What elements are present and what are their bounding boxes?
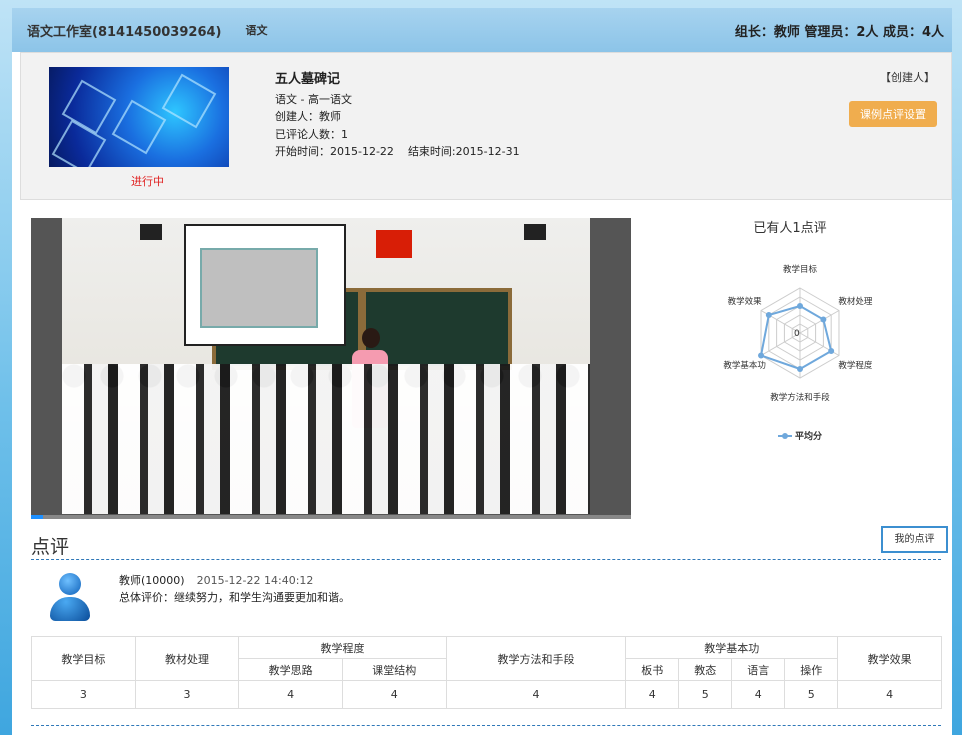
member-summary: 组长：教师 管理员：2人 成员：4人 [734,24,944,40]
lesson-meta: 五人墓碑记 语文 - 高一语文 创建人：教师 已评论人数：1 开始时间：2015… [275,71,520,161]
lesson-review-count: 已评论人数：1 [275,127,348,141]
score-cell: 4 [238,680,343,709]
review-item: 教师(10000) 2015-12-22 14:40:12 总体评价：继续努力，和… [119,572,350,606]
score-header: 教学方法和手段 [445,636,627,681]
lesson-end-time: 结束时间:2015-12-31 [407,145,520,158]
score-cell: 4 [731,680,786,709]
lesson-name: 五人墓碑记 [275,72,341,87]
score-subheader: 课堂结构 [341,658,447,681]
radar-axis-label: 教学程度 [838,360,873,371]
lesson-info-panel: 进行中 五人墓碑记 语文 - 高一语文 创建人：教师 已评论人数：1 开始时间：… [20,52,952,200]
my-review-button[interactable]: 我的点评 [881,526,948,553]
creator-tag: 【创建人】 [880,71,935,84]
review-time: 2015-12-22 14:40:12 [196,574,314,587]
score-cell: 4 [445,680,627,709]
score-subheader: 操作 [784,658,839,681]
video-player[interactable] [31,218,631,519]
studio-title: 语文工作室(8141450039264) [27,24,222,40]
review-section-title: 点评 [31,536,70,558]
legend-marker [782,433,788,439]
radar-point [765,312,772,318]
reviewer-avatar [50,573,90,623]
radar-point [797,303,803,309]
radar-axis-label: 教材处理 [838,296,873,307]
radar-axis-label: 教学基本功 [723,360,766,371]
radar-svg: 教学目标教材处理教学程度教学方法和手段 教学基本功 教学效果 0 平均分 [723,264,873,442]
radar-point [797,366,803,372]
radar-point [828,348,835,354]
section-divider [31,725,941,726]
score-header: 教学程度 [238,636,447,659]
radar-legend-label: 平均分 [795,430,822,442]
score-cell: 4 [625,680,680,709]
studio-subject: 语文 [245,24,268,37]
radar-point [758,352,765,359]
score-subheader: 板书 [625,658,680,681]
radar-center-label: 0 [794,329,800,339]
lesson-dates: 开始时间：2015-12-22 结束时间:2015-12-31 [275,143,520,161]
section-divider [31,559,941,560]
radar-axis-label: 教学目标 [783,264,818,275]
score-cell: 5 [784,680,839,709]
radar-axis-label: 教学效果 [728,296,763,307]
review-author[interactable]: 教师(10000) [119,574,185,587]
score-subheader: 教学思路 [238,658,343,681]
score-table: 教学目标 教材处理 教学程度 教学方法和手段 教学基本功 教学效果 教学思路 课… [31,636,942,709]
radar-axis [799,310,840,334]
video-frame [62,218,590,514]
score-header: 教学目标 [31,636,136,681]
studio-header: 语文工作室(8141450039264) 语文 组长：教师 管理员：2人 成员：… [12,8,952,52]
score-header: 教学效果 [837,636,942,681]
review-text: 总体评价：继续努力，和学生沟通要更加和谐。 [119,591,350,604]
table-row: 3 3 4 4 4 4 5 4 5 4 [31,680,942,709]
lesson-start-time: 开始时间：2015-12-22 [275,145,394,158]
lesson-thumbnail[interactable] [49,67,229,167]
radar-chart: 已有人1点评 教学目标 教材处理 教学程度 教学方法和手段 教学基本功 教学效果 0 平均分 [650,210,930,450]
lesson-status: 进行中 [131,175,164,188]
radar-point [820,316,827,323]
score-cell: 4 [837,680,942,709]
video-progress-bar[interactable] [31,515,631,519]
radar-axis-label: 教学方法和手段 [770,392,830,403]
score-cell: 5 [678,680,733,709]
score-cell: 4 [341,680,447,709]
score-header: 教材处理 [134,636,240,681]
score-cell: 3 [31,680,136,709]
score-cell: 3 [134,680,240,709]
lesson-course: 语文 - 高一语文 [275,92,352,106]
lesson-creator: 创建人：教师 [275,110,341,123]
score-subheader: 教态 [678,658,733,681]
score-header: 教学基本功 [625,636,839,659]
lesson-review-settings-button[interactable]: 课例点评设置 [849,101,937,127]
score-subheader: 语言 [731,658,786,681]
